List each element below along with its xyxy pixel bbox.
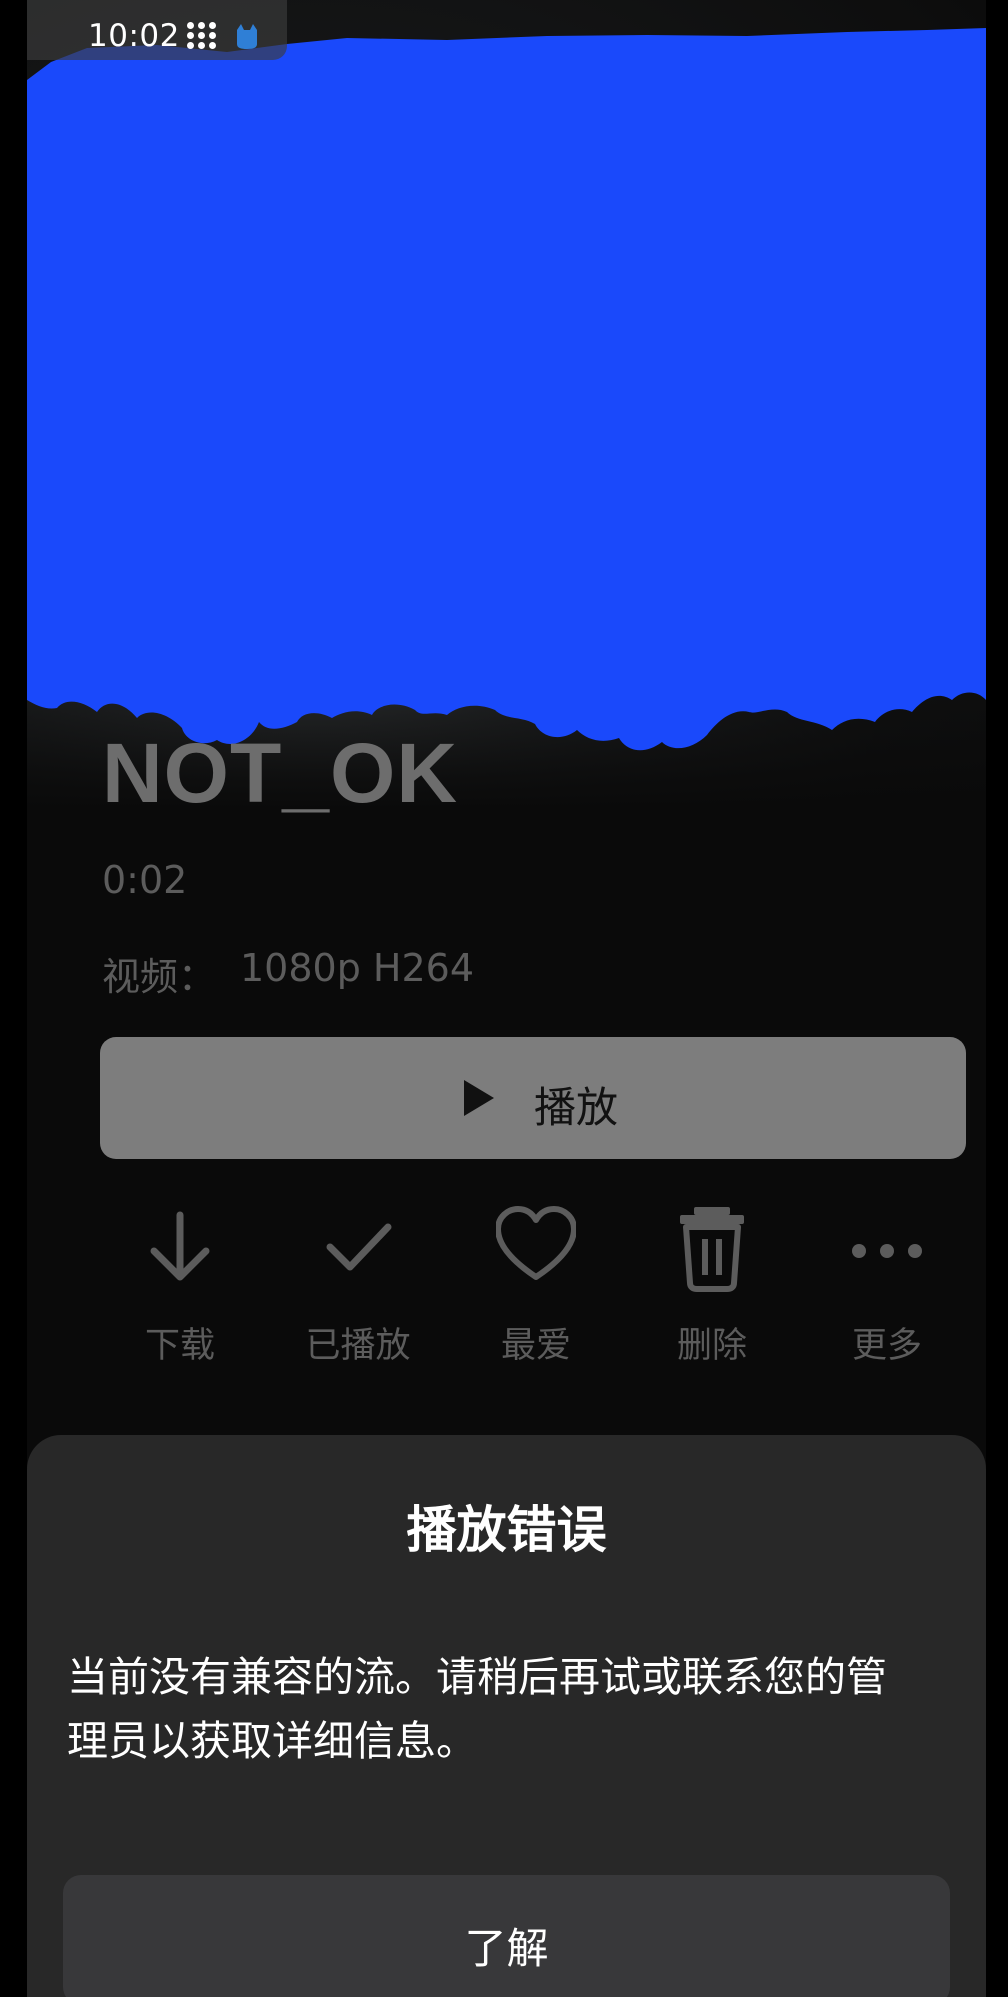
- more-icon: [852, 1244, 922, 1258]
- status-bar: 10:02: [27, 0, 287, 60]
- more-label: 更多: [851, 1326, 922, 1366]
- playback-error-dialog: 播放错误 当前没有兼容的流。请稍后再试或联系您的管理员以获取详细信息。 了解: [27, 1435, 986, 1997]
- dialog-message: 当前没有兼容的流。请稍后再试或联系您的管理员以获取详细信息。: [67, 1653, 887, 1765]
- dialog-title: 播放错误: [406, 1501, 607, 1559]
- acknowledge-button[interactable]: 了解: [63, 1875, 950, 1997]
- status-time: 10:02: [88, 18, 180, 54]
- app-screen: 10:02 NOT_OK 0:02 视频： 1080p H264 播放 下载 已…: [0, 0, 1008, 1997]
- action-bar: 下载 已播放 最爱 删除 更多: [27, 1205, 986, 1375]
- play-button[interactable]: 播放: [100, 1037, 966, 1159]
- delete-label: 删除: [676, 1326, 747, 1366]
- acknowledge-button-label: 了解: [464, 1924, 549, 1973]
- heart-icon: [496, 1206, 576, 1280]
- redaction-overlay: [27, 28, 986, 751]
- video-info-value: 1080p H264: [240, 946, 475, 990]
- play-icon: [464, 1080, 494, 1116]
- played-label: 已播放: [305, 1326, 411, 1366]
- download-button[interactable]: 下载: [95, 1205, 265, 1375]
- checkmark-icon: [326, 1223, 392, 1271]
- media-duration: 0:02: [102, 858, 188, 902]
- favorite-button[interactable]: 最爱: [451, 1205, 621, 1375]
- play-button-label: 播放: [534, 1083, 619, 1132]
- video-info-label: 视频：: [102, 955, 217, 999]
- played-button[interactable]: 已播放: [273, 1205, 443, 1375]
- favorite-label: 最爱: [500, 1326, 571, 1366]
- download-label: 下载: [144, 1326, 215, 1366]
- cat-icon: [237, 24, 257, 49]
- download-icon: [150, 1211, 210, 1281]
- trash-icon: [680, 1207, 744, 1292]
- delete-button[interactable]: 删除: [627, 1205, 797, 1375]
- more-button[interactable]: 更多: [802, 1205, 972, 1375]
- app-grid-icon: [187, 22, 221, 50]
- media-title: NOT_OK: [102, 726, 459, 820]
